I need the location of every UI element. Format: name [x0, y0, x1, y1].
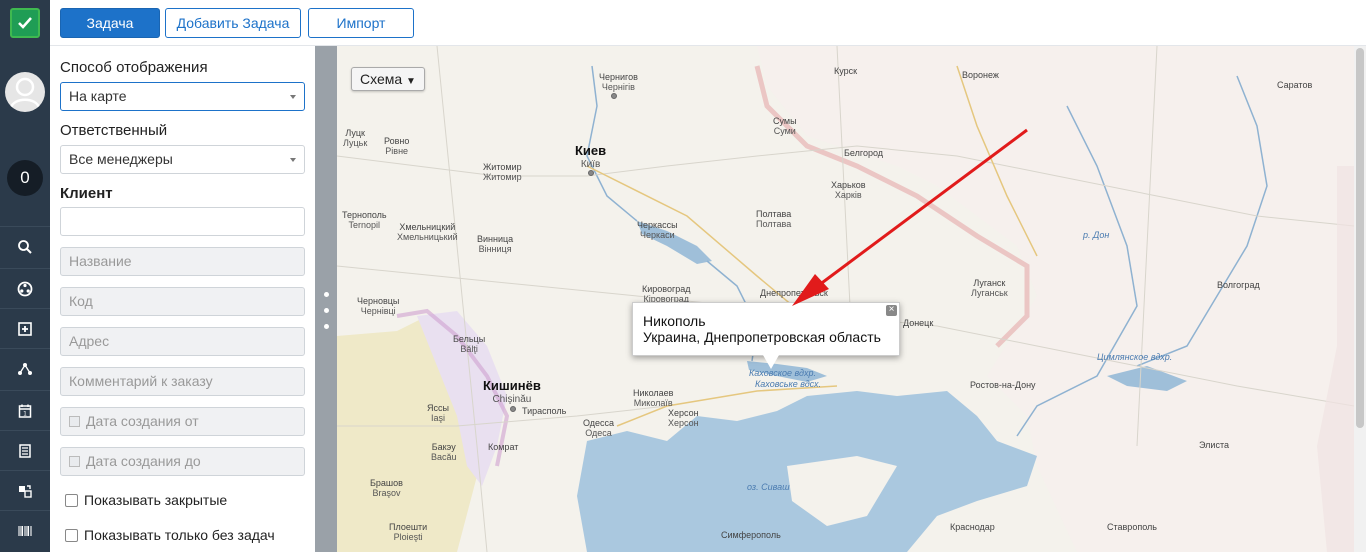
- calendar-icon: 1: [18, 404, 32, 418]
- panel-splitter[interactable]: [315, 46, 337, 552]
- svg-text:1: 1: [23, 410, 27, 417]
- list-icon: [19, 443, 31, 458]
- add-button[interactable]: [0, 308, 50, 348]
- client-label: Клиент: [60, 185, 113, 202]
- transfer-icon: [19, 484, 32, 498]
- address-input[interactable]: Адрес: [60, 327, 305, 356]
- filter-panel: Способ отображения На карте Ответственны…: [50, 46, 315, 552]
- client-input[interactable]: [60, 207, 305, 236]
- add-task-button[interactable]: Добавить Задача: [165, 8, 301, 38]
- notification-counter[interactable]: 0: [7, 160, 43, 196]
- network-button[interactable]: [0, 348, 50, 388]
- show-closed-checkbox[interactable]: [65, 493, 78, 507]
- show-without-tasks-option[interactable]: Показывать только без задач: [65, 527, 275, 543]
- comment-input[interactable]: Комментарий к заказу: [60, 367, 305, 396]
- name-input[interactable]: Название: [60, 247, 305, 276]
- date-from-input[interactable]: Дата создания от: [60, 407, 305, 436]
- scrollbar-thumb[interactable]: [1356, 48, 1364, 428]
- splitter-handle-dot: [324, 324, 329, 329]
- filter-button[interactable]: [0, 268, 50, 308]
- code-input[interactable]: Код: [60, 287, 305, 316]
- manager-value: Все менеджеры: [69, 151, 173, 167]
- transfer-button[interactable]: [0, 470, 50, 510]
- app-root: 0 1 Задача Добавить Задача Импорт Excel: [0, 0, 1366, 552]
- manager-select[interactable]: Все менеджеры: [60, 145, 305, 174]
- top-toolbar: Задача Добавить Задача Импорт Excel: [50, 0, 1366, 59]
- map-scrollbar[interactable]: [1354, 46, 1366, 552]
- show-closed-label: Показывать закрытые: [84, 492, 228, 508]
- show-without-tasks-checkbox[interactable]: [65, 528, 78, 542]
- show-without-tasks-label: Показывать только без задач: [84, 527, 275, 543]
- task-button[interactable]: Задача: [60, 8, 160, 38]
- calendar-icon: [69, 456, 80, 467]
- splitter-handle-dot: [324, 292, 329, 297]
- barcode-button[interactable]: [0, 510, 50, 550]
- import-excel-button[interactable]: Импорт Excel: [308, 8, 414, 59]
- network-icon: [18, 362, 32, 375]
- manager-label: Ответственный: [60, 122, 168, 139]
- calendar-button[interactable]: 1: [0, 390, 50, 430]
- display-mode-label: Способ отображения: [60, 59, 208, 76]
- display-mode-select[interactable]: На карте: [60, 82, 305, 111]
- map-view[interactable]: Чернигов Чернігів Курск Воронеж Саратов Р…: [337, 46, 1354, 552]
- splitter-handle-dot: [324, 308, 329, 313]
- check-logo-icon: [10, 8, 40, 38]
- barcode-icon: [18, 525, 32, 536]
- date-to-input[interactable]: Дата создания до: [60, 447, 305, 476]
- filter-icon: [17, 281, 33, 296]
- date-to-placeholder: Дата создания до: [86, 453, 201, 469]
- calendar-icon: [69, 416, 80, 427]
- add-icon: [18, 321, 32, 336]
- show-closed-option[interactable]: Показывать закрытые: [65, 492, 227, 508]
- avatar[interactable]: [5, 72, 45, 112]
- app-logo[interactable]: [0, 0, 50, 46]
- date-from-placeholder: Дата создания от: [86, 413, 199, 429]
- annotation-arrow: [792, 128, 1028, 306]
- search-icon: [18, 239, 32, 254]
- display-mode-value: На карте: [69, 88, 127, 104]
- left-rail: 0 1: [0, 0, 50, 552]
- search-button[interactable]: [0, 226, 50, 266]
- list-button[interactable]: [0, 430, 50, 470]
